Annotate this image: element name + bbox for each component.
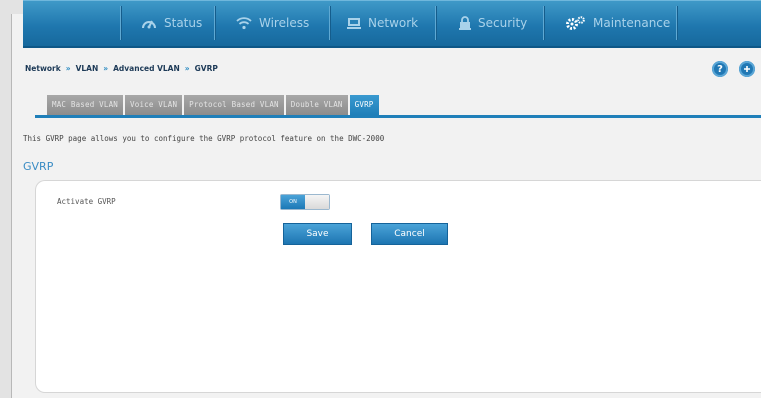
breadcrumb-item[interactable]: Advanced VLAN xyxy=(113,64,180,73)
nav-item-label: Network xyxy=(368,16,419,30)
nav-divider xyxy=(23,46,761,48)
activate-gvrp-toggle[interactable]: ON xyxy=(280,194,330,210)
nav-item-wireless[interactable]: Wireless xyxy=(236,0,309,46)
lock-icon xyxy=(459,16,471,30)
nav-item-label: Security xyxy=(478,16,528,30)
info-icon[interactable] xyxy=(739,61,755,77)
gears-icon xyxy=(566,16,586,30)
activate-gvrp-label: Activate GVRP xyxy=(57,197,116,206)
breadcrumb-item[interactable]: VLAN xyxy=(76,64,99,73)
breadcrumb-separator: » xyxy=(65,64,71,73)
nav-item-label: Maintenance xyxy=(593,16,671,30)
save-button[interactable]: Save xyxy=(283,223,352,245)
toggle-on-state: ON xyxy=(281,195,305,209)
nav-separator xyxy=(435,6,436,40)
section-title: GVRP xyxy=(23,160,54,173)
help-icon[interactable]: ? xyxy=(712,61,728,77)
nav-separator xyxy=(329,6,330,40)
tab-gvrp[interactable]: GVRP xyxy=(349,95,379,115)
dashboard-icon xyxy=(141,16,157,30)
tab-underline xyxy=(35,115,761,118)
tab-voice-vlan[interactable]: Voice VLAN xyxy=(125,95,183,115)
cancel-button[interactable]: Cancel xyxy=(371,223,448,245)
tab-mac-based-vlan[interactable]: MAC Based VLAN xyxy=(47,95,124,115)
nav-item-label: Status xyxy=(164,16,203,30)
wifi-icon xyxy=(236,16,252,30)
nav-item-label: Wireless xyxy=(259,16,310,30)
network-icon xyxy=(347,16,361,30)
nav-separator xyxy=(120,6,121,40)
toggle-off-state xyxy=(305,195,329,209)
tab-bar: MAC Based VLAN Voice VLAN Protocol Based… xyxy=(47,95,381,115)
nav-separator xyxy=(676,6,677,40)
nav-separator xyxy=(214,6,215,40)
breadcrumb-item-current: GVRP xyxy=(194,64,218,73)
breadcrumb-separator: » xyxy=(184,64,190,73)
nav-separator xyxy=(543,6,544,40)
settings-panel xyxy=(35,180,761,393)
breadcrumb-separator: » xyxy=(103,64,109,73)
nav-item-network[interactable]: Network xyxy=(347,0,418,46)
breadcrumb: Network » VLAN » Advanced VLAN » GVRP xyxy=(25,64,218,73)
tab-double-vlan[interactable]: Double VLAN xyxy=(285,95,348,115)
breadcrumb-item[interactable]: Network xyxy=(25,64,61,73)
nav-item-maintenance[interactable]: Maintenance xyxy=(566,0,670,46)
tab-protocol-based-vlan[interactable]: Protocol Based VLAN xyxy=(184,95,284,115)
nav-item-security[interactable]: Security xyxy=(459,0,527,46)
page-description: This GVRP page allows you to configure t… xyxy=(23,134,385,143)
nav-item-status[interactable]: Status xyxy=(141,0,202,46)
